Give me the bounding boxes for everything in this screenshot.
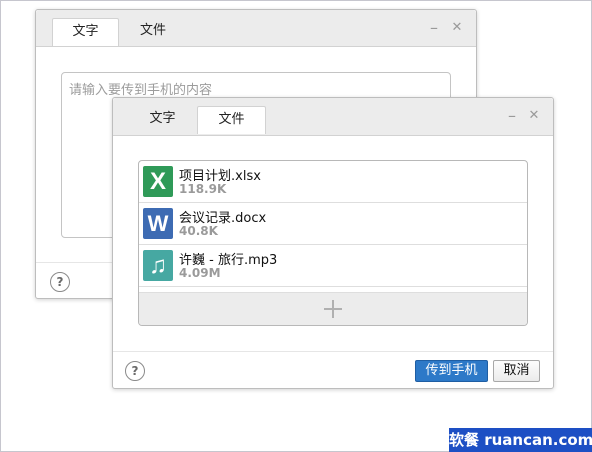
tab-file[interactable]: 文件 <box>197 106 266 134</box>
file-size: 40.8K <box>179 224 218 238</box>
file-list: X 项目计划.xlsx 118.9K W 会议记录.docx 40.8K ♫ 许… <box>138 160 528 326</box>
help-icon[interactable]: ? <box>50 272 70 292</box>
file-size: 118.9K <box>179 182 227 196</box>
help-icon[interactable]: ? <box>125 361 145 381</box>
list-item[interactable]: W 会议记录.docx 40.8K <box>139 203 527 245</box>
plus-icon-bar <box>324 308 342 310</box>
minimize-icon[interactable]: – <box>504 108 520 124</box>
list-item[interactable]: ♫ 许巍 - 旅行.mp3 4.09M <box>139 245 527 287</box>
close-icon[interactable]: ✕ <box>526 108 542 124</box>
footer-divider <box>113 351 553 352</box>
list-item[interactable]: X 项目计划.xlsx 118.9K <box>139 161 527 203</box>
watermark-logo: 软餐 ruancan.com <box>449 428 592 452</box>
tab-text[interactable]: 文字 <box>52 18 119 46</box>
excel-icon: X <box>143 166 173 197</box>
file-size: 4.09M <box>179 266 221 280</box>
file-dialog-header: 文字 文件 – ✕ <box>113 98 553 136</box>
word-icon: W <box>143 208 173 239</box>
close-icon[interactable]: ✕ <box>449 20 465 36</box>
send-to-phone-button[interactable]: 传到手机 <box>415 360 488 382</box>
message-input-placeholder: 请输入要传到手机的内容 <box>69 83 213 98</box>
music-icon: ♫ <box>143 250 173 281</box>
text-dialog-header: 文字 文件 – ✕ <box>36 10 476 47</box>
tab-file[interactable]: 文件 <box>122 18 184 45</box>
cancel-button[interactable]: 取消 <box>493 360 540 382</box>
add-file-button[interactable] <box>139 292 527 325</box>
file-dialog: 文字 文件 – ✕ X 项目计划.xlsx 118.9K W 会议记录.docx… <box>112 97 554 389</box>
minimize-icon[interactable]: – <box>426 20 442 36</box>
tab-text[interactable]: 文字 <box>129 106 196 133</box>
